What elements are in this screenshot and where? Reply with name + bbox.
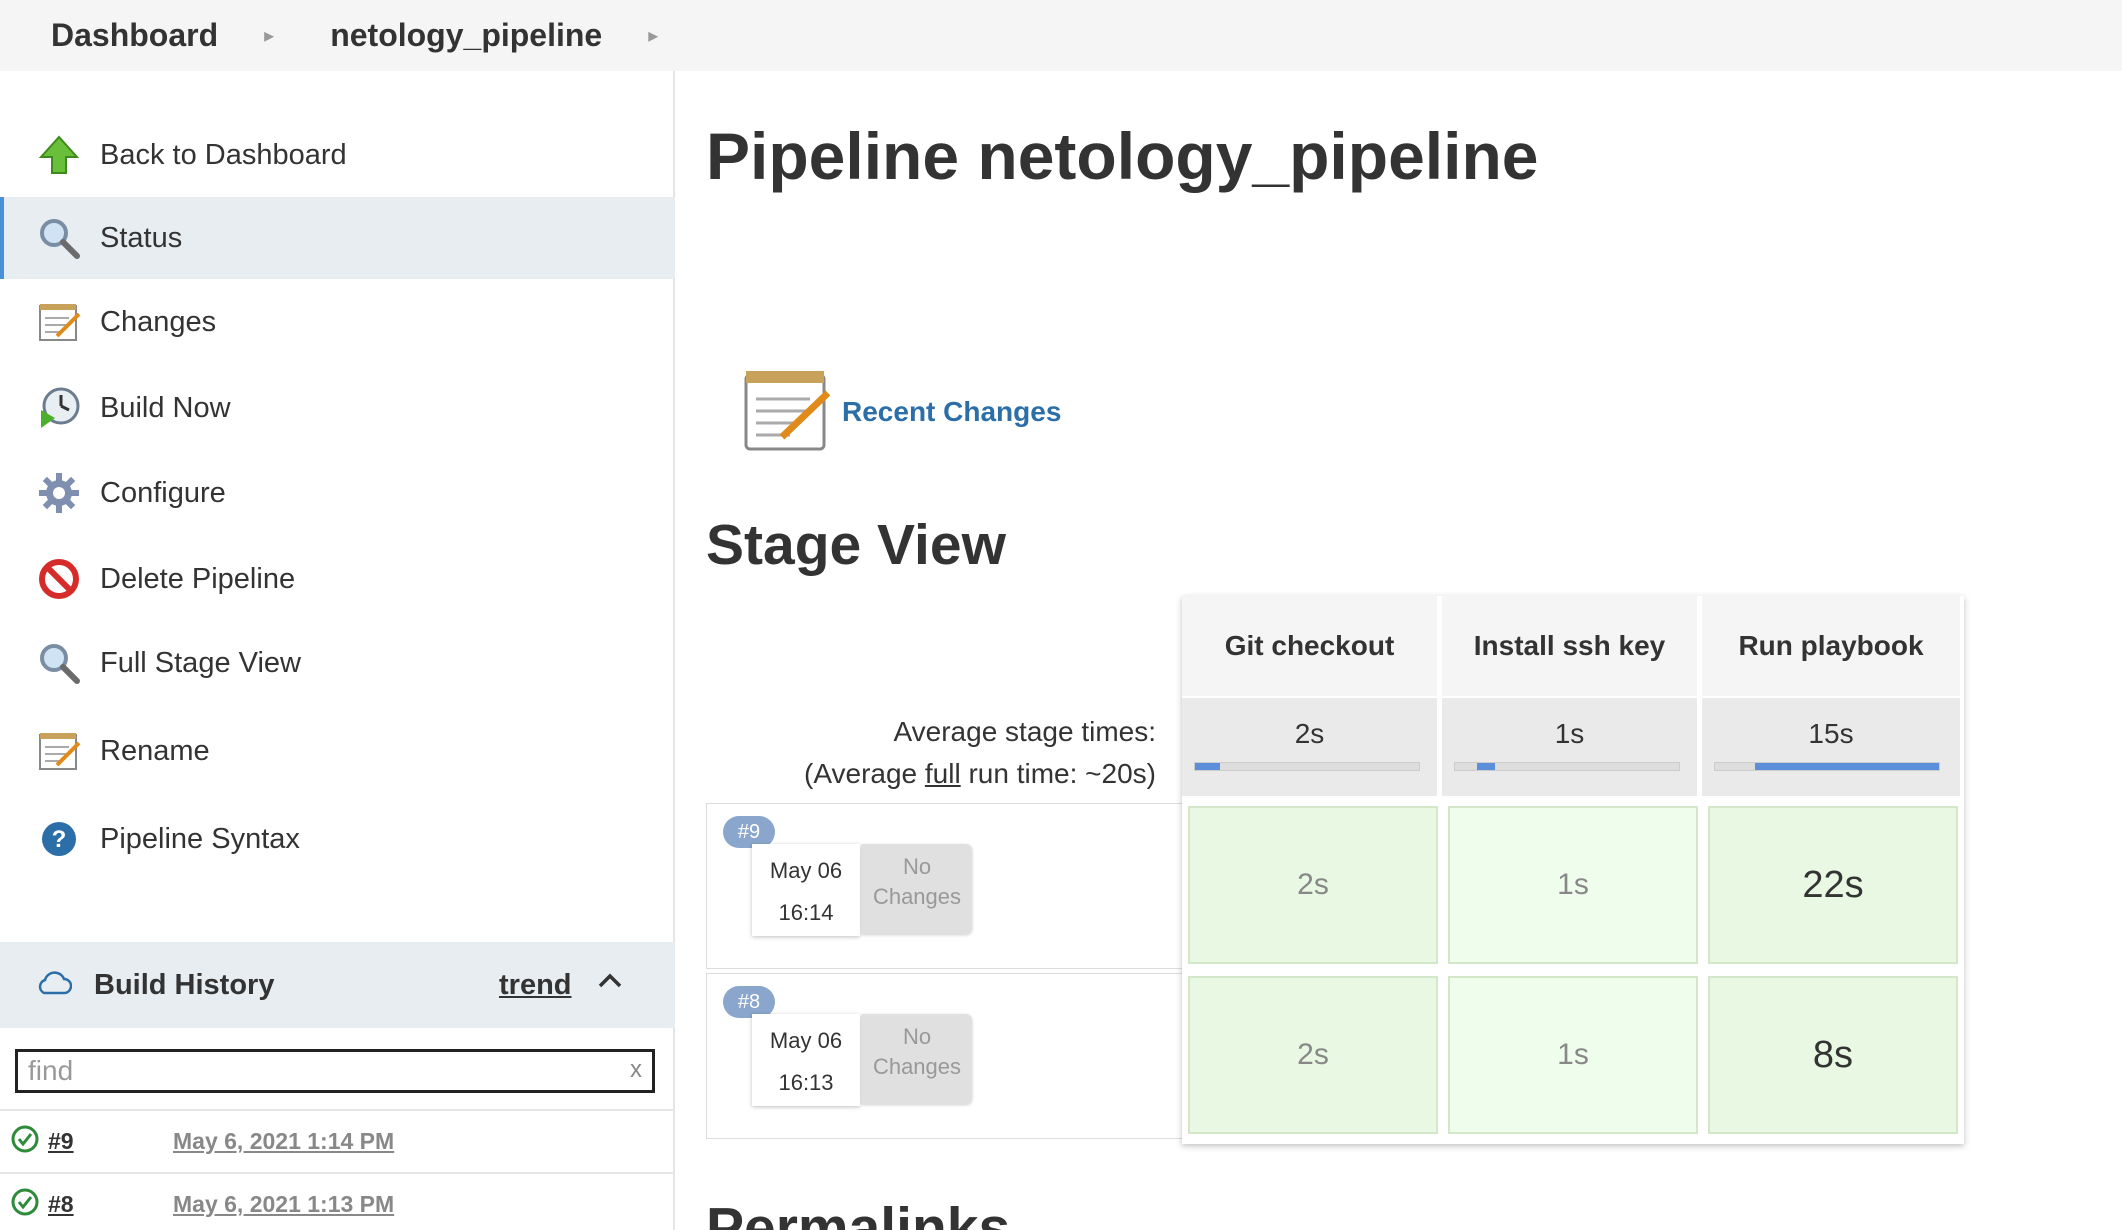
sidebar-item-delete-pipeline[interactable]: Delete Pipeline xyxy=(0,538,675,620)
cloud-icon xyxy=(36,970,73,1000)
no-changes-box: No Changes xyxy=(862,844,972,934)
svg-text:?: ? xyxy=(52,826,67,853)
stage-average-cell: 1s xyxy=(1442,698,1700,796)
stage-average-bar-fill xyxy=(1195,763,1220,770)
sidebar-item-build-now[interactable]: Build Now xyxy=(0,367,675,449)
stage-average-cell: 2s xyxy=(1182,698,1440,796)
stage-view-table: Git checkout Install ssh key Run playboo… xyxy=(1182,596,1964,1144)
page-title: Pipeline netology_pipeline xyxy=(706,119,1539,193)
stage-header: Git checkout xyxy=(1182,596,1440,696)
no-changes-box: No Changes xyxy=(862,1014,972,1104)
success-icon xyxy=(10,1187,40,1222)
no-entry-icon xyxy=(36,556,82,602)
build-history-row: #9 May 6, 2021 1:14 PM xyxy=(0,1109,675,1171)
build-history-title: Build History xyxy=(94,968,275,1001)
stage-run-cell[interactable]: 1s xyxy=(1448,806,1698,964)
sidebar-item-label: Delete Pipeline xyxy=(100,562,296,595)
stage-build-row: #8 May 06 16:13 No Changes xyxy=(706,973,1182,1139)
sidebar-item-status[interactable]: Status xyxy=(0,197,675,279)
sidebar-item-back-to-dashboard[interactable]: Back to Dashboard xyxy=(0,114,675,196)
stage-build-row: #9 May 06 16:14 No Changes xyxy=(706,803,1182,969)
no-changes-label: Changes xyxy=(872,884,962,909)
stage-header: Install ssh key xyxy=(1442,596,1700,696)
trend-link[interactable]: trend xyxy=(499,969,572,1002)
sidebar-item-changes[interactable]: Changes xyxy=(0,281,675,363)
build-date-link[interactable]: May 6, 2021 1:14 PM xyxy=(173,1128,394,1155)
clear-search-button[interactable]: x xyxy=(630,1056,642,1084)
stage-average-time: 15s xyxy=(1808,718,1854,749)
chevron-right-icon[interactable]: ▸ xyxy=(648,23,658,48)
build-date: May 06 xyxy=(769,1028,843,1053)
sidebar-item-label: Changes xyxy=(100,305,217,338)
average-run-time-prefix: (Average xyxy=(804,758,925,789)
sidebar-item-label: Configure xyxy=(100,476,226,509)
build-number-link[interactable]: #9 xyxy=(48,1128,74,1155)
sidebar-item-label: Back to Dashboard xyxy=(100,138,347,171)
no-changes-label: No xyxy=(902,1024,932,1049)
stage-average-time: 2s xyxy=(1294,718,1325,749)
build-date-link[interactable]: May 6, 2021 1:13 PM xyxy=(173,1191,394,1218)
stage-run-cell[interactable]: 22s xyxy=(1708,806,1958,964)
build-history-row: #8 May 6, 2021 1:13 PM xyxy=(0,1172,675,1230)
stage-average-bar-fill xyxy=(1755,763,1939,770)
help-icon: ? xyxy=(36,816,82,862)
sidebar-item-label: Full Stage View xyxy=(100,646,301,679)
notepad-icon xyxy=(36,728,82,774)
stage-average-bar-fill xyxy=(1477,763,1495,770)
breadcrumb-dashboard[interactable]: Dashboard xyxy=(51,17,218,54)
build-number-link[interactable]: #8 xyxy=(48,1191,74,1218)
average-stage-times-label: Average stage times: (Average full run t… xyxy=(706,596,1156,796)
average-run-time-suffix: run time: ~20s) xyxy=(960,758,1156,789)
build-date: May 06 xyxy=(769,858,843,883)
no-changes-label: No xyxy=(902,854,932,879)
breadcrumb: Dashboard ▸ netology_pipeline ▸ xyxy=(0,0,2122,71)
breadcrumb-pipeline[interactable]: netology_pipeline xyxy=(330,17,602,54)
stage-view-title: Stage View xyxy=(706,513,1006,577)
sidebar-item-configure[interactable]: Configure xyxy=(0,452,675,534)
sidebar-item-full-stage-view[interactable]: Full Stage View xyxy=(0,622,675,704)
stage-average-bar xyxy=(1714,762,1940,771)
magnifier-icon xyxy=(36,215,82,261)
stage-header: Run playbook xyxy=(1702,596,1960,696)
average-run-time-text: (Average full run time: ~20s) xyxy=(804,758,1156,790)
build-time: 16:13 xyxy=(778,1070,834,1095)
sidebar-item-label: Build Now xyxy=(100,391,231,424)
chevron-up-icon[interactable] xyxy=(598,972,622,993)
success-icon xyxy=(10,1124,40,1159)
stage-average-bar xyxy=(1454,762,1680,771)
magnifier-icon xyxy=(36,640,82,686)
recent-changes: Recent Changes xyxy=(742,365,1061,458)
no-changes-label: Changes xyxy=(872,1054,962,1079)
gear-icon xyxy=(36,470,82,516)
build-date-card: May 06 16:14 xyxy=(752,844,860,936)
stage-run-cell[interactable]: 2s xyxy=(1188,806,1438,964)
up-arrow-icon xyxy=(36,132,82,178)
clock-play-icon xyxy=(36,385,82,431)
sidebar-item-label: Pipeline Syntax xyxy=(100,822,300,855)
stage-average-bar xyxy=(1194,762,1420,771)
notepad-icon xyxy=(742,365,831,458)
stage-run-cell[interactable]: 1s xyxy=(1448,976,1698,1134)
sidebar-item-pipeline-syntax[interactable]: ? Pipeline Syntax xyxy=(0,798,675,880)
sidebar-item-rename[interactable]: Rename xyxy=(0,710,675,792)
build-date-card: May 06 16:13 xyxy=(752,1014,860,1106)
build-time: 16:14 xyxy=(778,900,834,925)
build-search-input[interactable] xyxy=(18,1052,608,1090)
stage-average-time: 1s xyxy=(1554,718,1585,749)
permalinks-title: Permalinks xyxy=(706,1196,1011,1230)
stage-average-cell: 15s xyxy=(1702,698,1960,796)
average-stage-times-text: Average stage times: xyxy=(893,716,1156,747)
stage-run-cell[interactable]: 8s xyxy=(1708,976,1958,1134)
sidebar-item-label: Rename xyxy=(100,734,210,767)
full-run-link[interactable]: full xyxy=(925,758,961,789)
build-history-header: Build History trend xyxy=(0,942,675,1028)
recent-changes-link[interactable]: Recent Changes xyxy=(842,396,1061,428)
notepad-icon xyxy=(36,299,82,345)
build-search-field: x xyxy=(15,1049,655,1093)
chevron-right-icon[interactable]: ▸ xyxy=(264,23,274,48)
sidebar-item-label: Status xyxy=(100,221,183,254)
stage-run-cell[interactable]: 2s xyxy=(1188,976,1438,1134)
